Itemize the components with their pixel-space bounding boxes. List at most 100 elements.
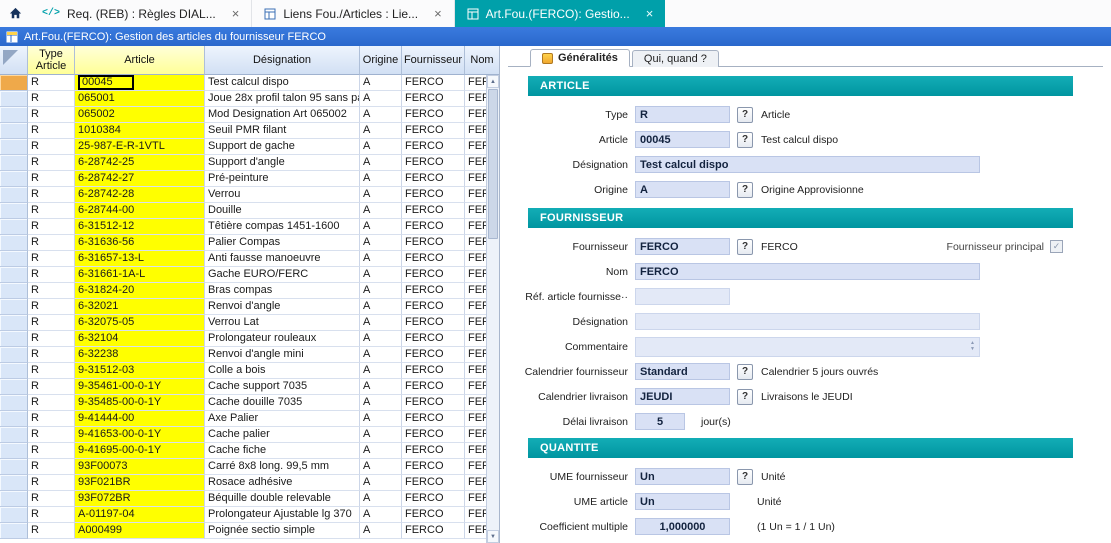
row-selector[interactable] [0,283,28,299]
cell-article[interactable]: 6-31661-1A-L [75,267,205,283]
close-icon[interactable]: × [232,7,240,20]
cell-origine[interactable]: A [360,91,402,107]
cell-type-article[interactable]: R [28,219,75,235]
table-row[interactable]: R 6-32238 Renvoi d'angle mini A FERCO FE… [0,347,499,363]
tab-liens-fou-articles[interactable]: Liens Fou./Articles : Lie... × [252,0,454,27]
cell-origine[interactable]: A [360,283,402,299]
row-selector[interactable] [0,443,28,459]
cell-origine[interactable]: A [360,427,402,443]
cell-article[interactable]: 6-32021 [75,299,205,315]
table-row[interactable]: R 9-31512-03 Colle a bois A FERCO FERCO [0,363,499,379]
row-selector[interactable] [0,379,28,395]
table-row[interactable]: R A-01197-04 Prolongateur Ajustable lg 3… [0,507,499,523]
cell-designation[interactable]: Gache EURO/FERC [205,267,360,283]
cell-designation[interactable]: Verrou Lat [205,315,360,331]
cell-fournisseur[interactable]: FERCO [402,507,465,523]
table-row[interactable]: R 6-31512-12 Têtière compas 1451-1600 A … [0,219,499,235]
cell-designation[interactable]: Mod Designation Art 065002 [205,107,360,123]
cell-fournisseur[interactable]: FERCO [402,283,465,299]
help-button[interactable]: ? [737,132,753,148]
tab-art-fou-ferco[interactable]: Art.Fou.(FERCO): Gestio... × [455,0,666,27]
header-fournisseur[interactable]: Fournisseur [402,46,465,75]
cell-origine[interactable]: A [360,363,402,379]
table-row[interactable]: R 6-28742-28 Verrou A FERCO FERCO [0,187,499,203]
cell-article[interactable]: 6-28744-00 [75,203,205,219]
table-row[interactable]: R 9-35485-00-0-1Y Cache douille 7035 A F… [0,395,499,411]
cell-origine[interactable]: A [360,443,402,459]
cell-fournisseur[interactable]: FERCO [402,491,465,507]
cell-fournisseur[interactable]: FERCO [402,203,465,219]
table-row[interactable]: R 6-31661-1A-L Gache EURO/FERC A FERCO F… [0,267,499,283]
help-button[interactable]: ? [737,182,753,198]
cell-type-article[interactable]: R [28,203,75,219]
cell-origine[interactable]: A [360,235,402,251]
cell-origine[interactable]: A [360,107,402,123]
row-selector[interactable] [0,235,28,251]
cell-designation[interactable]: Poignée sectio simple [205,523,360,539]
scroll-thumb[interactable] [488,89,498,239]
cell-origine[interactable]: A [360,411,402,427]
row-selector[interactable] [0,475,28,491]
cell-article[interactable]: 6-28742-25 [75,155,205,171]
type-field[interactable]: R [635,106,730,123]
cell-designation[interactable]: Têtière compas 1451-1600 [205,219,360,235]
cell-fournisseur[interactable]: FERCO [402,155,465,171]
cell-designation[interactable]: Anti fausse manoeuvre [205,251,360,267]
cell-designation[interactable]: Palier Compas [205,235,360,251]
select-all-corner[interactable] [0,46,28,75]
cell-article[interactable]: 93F021BR [75,475,205,491]
table-row[interactable]: R 93F072BR Béquille double relevable A F… [0,491,499,507]
cell-fournisseur[interactable]: FERCO [402,475,465,491]
table-row[interactable]: R 93F021BR Rosace adhésive A FERCO FERCO [0,475,499,491]
cell-designation[interactable]: Pré-peinture [205,171,360,187]
cell-designation[interactable]: Renvoi d'angle mini [205,347,360,363]
table-row[interactable]: R 6-32104 Prolongateur rouleaux A FERCO … [0,331,499,347]
cell-type-article[interactable]: R [28,251,75,267]
row-selector[interactable] [0,251,28,267]
commentaire-scrollbar[interactable]: ▲ ▼ [970,341,975,352]
cell-fournisseur[interactable]: FERCO [402,523,465,539]
cell-origine[interactable]: A [360,491,402,507]
row-selector[interactable] [0,507,28,523]
cell-designation[interactable]: Renvoi d'angle [205,299,360,315]
table-row[interactable]: R 9-41444-00 Axe Palier A FERCO FERCO [0,411,499,427]
table-row[interactable]: R 6-28744-00 Douille A FERCO FERCO [0,203,499,219]
table-row[interactable]: R 6-28742-25 Support d'angle A FERCO FER… [0,155,499,171]
cell-type-article[interactable]: R [28,75,75,91]
cell-fournisseur[interactable]: FERCO [402,331,465,347]
cell-designation[interactable]: Douille [205,203,360,219]
table-row[interactable]: R 6-32075-05 Verrou Lat A FERCO FERCO [0,315,499,331]
cell-article[interactable]: 9-31512-03 [75,363,205,379]
cell-designation[interactable]: Rosace adhésive [205,475,360,491]
cell-type-article[interactable]: R [28,315,75,331]
header-type-article[interactable]: Type Article [28,46,75,75]
cell-type-article[interactable]: R [28,395,75,411]
cell-origine[interactable]: A [360,75,402,91]
origine-field[interactable]: A [635,181,730,198]
table-row[interactable]: R 25-987-E-R-1VTL Support de gache A FER… [0,139,499,155]
cell-type-article[interactable]: R [28,523,75,539]
help-button[interactable]: ? [737,389,753,405]
cell-article[interactable]: 93F072BR [75,491,205,507]
cell-article[interactable]: 6-32238 [75,347,205,363]
cell-type-article[interactable]: R [28,107,75,123]
cell-article[interactable]: A000499 [75,523,205,539]
cell-designation[interactable]: Prolongateur rouleaux [205,331,360,347]
cell-origine[interactable]: A [360,187,402,203]
cell-article[interactable]: 6-28742-28 [75,187,205,203]
cell-origine[interactable]: A [360,347,402,363]
table-row[interactable]: R 6-32021 Renvoi d'angle A FERCO FERCO [0,299,499,315]
cell-type-article[interactable]: R [28,507,75,523]
commentaire-field[interactable]: ▲ ▼ [635,337,980,357]
row-selector[interactable] [0,299,28,315]
cell-article[interactable]: 6-32075-05 [75,315,205,331]
cell-fournisseur[interactable]: FERCO [402,139,465,155]
ume-article-field[interactable]: Un [635,493,730,510]
row-selector[interactable] [0,203,28,219]
cell-designation[interactable]: Test calcul dispo [205,75,360,91]
cell-designation[interactable]: Cache support 7035 [205,379,360,395]
cell-designation[interactable]: Cache palier [205,427,360,443]
home-button[interactable] [0,0,30,27]
header-designation[interactable]: Désignation [205,46,360,75]
row-selector[interactable] [0,523,28,539]
